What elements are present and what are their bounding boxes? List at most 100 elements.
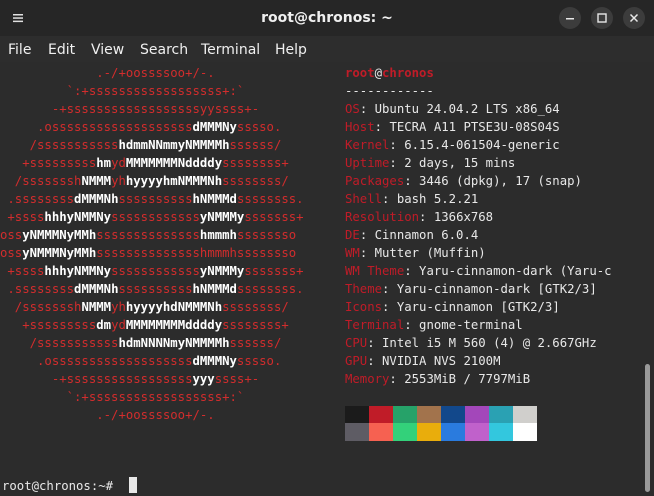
close-button[interactable]	[623, 7, 645, 29]
logo-segment: hmmmh	[199, 228, 237, 242]
menu-view[interactable]: View	[91, 41, 124, 59]
info-separator: ------------	[345, 84, 434, 98]
info-key: Terminal	[345, 318, 405, 332]
info-colon: :	[404, 264, 420, 278]
info-key: Uptime	[345, 156, 390, 170]
info-row: Packages: 3446 (dpkg), 17 (snap)	[345, 172, 582, 190]
logo-segment: dMMMNh	[74, 192, 119, 206]
info-value: 6.15.4-061504-generic	[404, 138, 560, 152]
logo-segment: sssso.	[236, 120, 282, 134]
logo-segment: +ssss	[0, 210, 45, 224]
logo-segment: /sssssssssss	[0, 336, 119, 350]
menu-file[interactable]: File	[8, 41, 31, 59]
logo-segment: ssssssss.	[236, 192, 304, 206]
window-title: root@chronos: ~	[261, 10, 393, 26]
menu-search[interactable]: Search	[140, 41, 188, 59]
info-row: Theme: Yaru-cinnamon-dark [GTK2/3]	[345, 280, 597, 298]
info-key: GPU	[345, 354, 368, 368]
scrollbar[interactable]	[645, 364, 650, 492]
logo-line: `:+ssssssssssssssssss+:`	[0, 82, 245, 100]
info-colon: :	[367, 354, 383, 368]
logo-segment: sssssss+	[244, 210, 304, 224]
info-key: Kernel	[345, 138, 390, 152]
info-value: Intel i5 M 560 (4) @ 2.667GHz	[382, 336, 597, 350]
logo-line: ossyNMMMNyMMhsssssssssssssshmmmhssssssso	[0, 226, 296, 244]
info-colon: :	[374, 120, 390, 134]
info-colon: :	[389, 138, 405, 152]
logo-line: .ssssssssdMMMNhsssssssssshNMMMdssssssss.	[0, 280, 303, 298]
logo-segment: /sssssssh	[0, 300, 82, 314]
logo-segment: .ssssssss	[0, 192, 75, 206]
info-value: 2 days, 15 mins	[404, 156, 516, 170]
info-at: @	[374, 66, 383, 80]
logo-line: /ssssssssssshdmNNNNmyNMMMMhssssss/	[0, 334, 282, 352]
maximize-button[interactable]	[591, 7, 613, 29]
color-swatch	[345, 423, 369, 441]
info-value: Ubuntu 24.04.2 LTS x86_64	[374, 102, 560, 116]
info-user: root	[345, 66, 375, 80]
color-swatch	[441, 406, 465, 424]
logo-segment: ssssssssssssss	[96, 228, 200, 242]
user-host-line: root@chronos	[345, 64, 434, 82]
info-value: 2553MiB / 7797MiB	[404, 372, 531, 386]
info-colon: :	[382, 300, 397, 314]
logo-line: ossyNMMMNyMMhsssssssssssssshmmmhssssssso	[0, 244, 296, 262]
info-value: Yaru-cinnamon [GTK2/3]	[396, 300, 560, 314]
logo-segment: dm	[96, 318, 112, 332]
logo-line: +ssssssssshmydMMMMMMMNddddyssssssss+	[0, 154, 289, 172]
info-colon: :	[382, 192, 397, 206]
logo-segment: .-/+oossssoo+/-.	[0, 66, 215, 80]
logo-segment: hhhyNMMNy	[44, 210, 112, 224]
logo-segment: ssss+-	[214, 372, 260, 386]
shell-prompt: root@chronos:~#	[2, 479, 121, 493]
logo-line: /ssssssssssshdmmNNmmyNMMMMhssssss/	[0, 136, 282, 154]
logo-segment: +ssss	[0, 264, 45, 278]
logo-segment: hNMMMd	[192, 192, 237, 206]
logo-segment: .ssssssss	[0, 282, 75, 296]
color-swatch	[369, 406, 393, 424]
logo-segment: `:+ssssssssssssssssss+:`	[0, 390, 245, 404]
logo-segment: ssssssssss	[118, 282, 193, 296]
logo-segment: hdmNNNNmyNMMMMh	[118, 336, 230, 350]
color-swatch	[513, 423, 537, 441]
logo-line: .osssssssssssssssssssdMMMNysssso.	[0, 118, 281, 136]
color-swatch	[513, 406, 537, 424]
color-swatch	[393, 423, 417, 441]
info-row: Terminal: gnome-terminal	[345, 316, 523, 334]
logo-segment: yyy	[192, 372, 215, 386]
logo-segment: hhhyNMMNy	[44, 264, 112, 278]
info-value: Cinnamon 6.0.4	[374, 228, 479, 242]
minimize-button[interactable]	[559, 7, 581, 29]
text-cursor	[129, 477, 137, 493]
info-key: Theme	[345, 282, 383, 296]
menu-bar: File Edit View Search Terminal Help	[0, 36, 654, 62]
color-swatch	[465, 406, 489, 424]
info-colon: :	[389, 372, 405, 386]
info-key: Icons	[345, 300, 383, 314]
menu-terminal[interactable]: Terminal	[201, 41, 260, 59]
color-swatch	[393, 406, 417, 424]
maximize-icon	[597, 13, 607, 23]
logo-line: .-/+oossssoo+/-.	[0, 64, 215, 82]
logo-segment: hyyyyhdNMMMNh	[125, 300, 223, 314]
logo-segment: NMMM	[81, 174, 112, 188]
info-value: NVIDIA NVS 2100M	[382, 354, 501, 368]
info-row: Icons: Yaru-cinnamon [GTK2/3]	[345, 298, 560, 316]
logo-segment: yd	[111, 156, 126, 170]
logo-segment: +sssssssss	[0, 156, 97, 170]
logo-line: -+sssssssssssssssssyyyssss+-	[0, 370, 259, 388]
menu-help[interactable]: Help	[275, 41, 307, 59]
logo-line: +sssssssssdmydMMMMMMMMddddyssssssss+	[0, 316, 289, 334]
logo-line: +sssshhhyNMMNyssssssssssssyNMMMysssssss+	[0, 262, 303, 280]
info-value: Mutter (Muffin)	[374, 246, 486, 260]
logo-segment: ssssssso	[236, 228, 297, 242]
logo-segment: /sssssssssss	[0, 138, 119, 152]
logo-line: `:+ssssssssssssssssss+:`	[0, 388, 245, 406]
logo-segment: yh	[111, 300, 126, 314]
color-swatch	[369, 423, 393, 441]
info-row: OS: Ubuntu 24.04.2 LTS x86_64	[345, 100, 560, 118]
info-value: 1366x768	[433, 210, 494, 224]
logo-segment: oss	[0, 246, 23, 260]
menu-edit[interactable]: Edit	[48, 41, 75, 59]
logo-segment: dMMMNh	[74, 282, 119, 296]
